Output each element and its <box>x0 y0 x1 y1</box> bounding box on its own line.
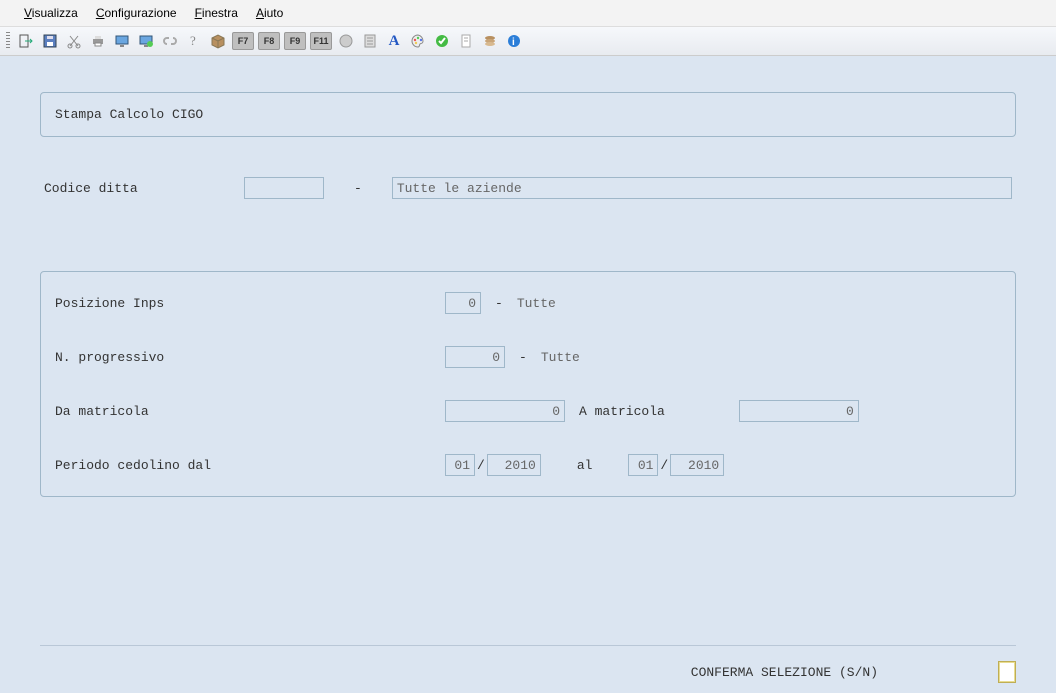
input-periodo-yyyy1[interactable] <box>487 454 541 476</box>
input-da-matricola[interactable] <box>445 400 565 422</box>
dash: - <box>354 181 362 196</box>
f8-key[interactable]: F8 <box>258 32 280 50</box>
menu-visualizza[interactable]: VVisualizzaisualizza <box>24 6 78 20</box>
slash1: / <box>477 458 485 473</box>
stack-icon[interactable] <box>480 31 500 51</box>
label-posizione-inps: Posizione Inps <box>55 296 445 311</box>
exit-icon[interactable] <box>16 31 36 51</box>
cut-icon[interactable] <box>64 31 84 51</box>
doc-icon[interactable] <box>456 31 476 51</box>
label-codice-ditta: Codice ditta <box>44 181 244 196</box>
input-periodo-mm1[interactable] <box>445 454 475 476</box>
f7-key[interactable]: F7 <box>232 32 254 50</box>
confirm-input[interactable] <box>998 661 1016 683</box>
label-periodo: Periodo cedolino dal <box>55 458 445 473</box>
ok-icon[interactable] <box>432 31 452 51</box>
row-n-progressivo: N. progressivo - Tutte <box>55 346 1001 368</box>
label-al: al <box>577 458 593 473</box>
input-n-progressivo[interactable] <box>445 346 505 368</box>
menu-configurazione[interactable]: Configurazione <box>96 6 177 20</box>
row-periodo: Periodo cedolino dal / al / <box>55 454 1001 476</box>
details-panel: Posizione Inps - Tutte N. progressivo - … <box>40 271 1016 497</box>
separator-line <box>40 645 1016 649</box>
desc-posizione-inps: Tutte <box>517 296 556 311</box>
row-codice-ditta: Codice ditta - <box>40 177 1016 199</box>
input-posizione-inps[interactable] <box>445 292 481 314</box>
toolbar-grip <box>6 32 10 50</box>
input-a-matricola[interactable] <box>739 400 859 422</box>
f9-key[interactable]: F9 <box>284 32 306 50</box>
help-icon[interactable]: ? <box>184 31 204 51</box>
row-matricola: Da matricola A matricola <box>55 400 1001 422</box>
content-area: Stampa Calcolo CIGO Codice ditta - Posiz… <box>0 56 1056 693</box>
palette-icon[interactable] <box>408 31 428 51</box>
notes-icon[interactable] <box>360 31 380 51</box>
circle-icon[interactable] <box>336 31 356 51</box>
menubar: VVisualizzaisualizza Configurazione Fine… <box>0 0 1056 26</box>
print-icon[interactable] <box>88 31 108 51</box>
monitor1-icon[interactable] <box>112 31 132 51</box>
footer: CONFERMA SELEZIONE (S/N) <box>40 661 1016 683</box>
label-n-progressivo: N. progressivo <box>55 350 445 365</box>
svg-text:?: ? <box>190 33 196 48</box>
f11-key[interactable]: F11 <box>310 32 332 50</box>
input-codice-ditta[interactable] <box>244 177 324 199</box>
menu-aiuto[interactable]: Aiuto <box>256 6 283 20</box>
monitor2-icon[interactable] <box>136 31 156 51</box>
panel-title: Stampa Calcolo CIGO <box>55 107 203 122</box>
font-icon[interactable]: A <box>384 31 404 51</box>
link-icon[interactable] <box>160 31 180 51</box>
row-posizione-inps: Posizione Inps - Tutte <box>55 292 1001 314</box>
confirm-prompt: CONFERMA SELEZIONE (S/N) <box>691 665 878 680</box>
save-icon[interactable] <box>40 31 60 51</box>
input-codice-ditta-desc[interactable] <box>392 177 1012 199</box>
title-panel: Stampa Calcolo CIGO <box>40 92 1016 137</box>
input-periodo-mm2[interactable] <box>628 454 658 476</box>
dash2: - <box>495 296 503 311</box>
svg-text:i: i <box>512 37 515 48</box>
desc-n-progressivo: Tutte <box>541 350 580 365</box>
menu-finestra[interactable]: Finestra <box>195 6 238 20</box>
box-icon[interactable] <box>208 31 228 51</box>
label-a-matricola: A matricola <box>579 404 665 419</box>
label-da-matricola: Da matricola <box>55 404 445 419</box>
slash2: / <box>660 458 668 473</box>
info-icon[interactable]: i <box>504 31 524 51</box>
dash3: - <box>519 350 527 365</box>
input-periodo-yyyy2[interactable] <box>670 454 724 476</box>
toolbar: ? F7 F8 F9 F11 A i <box>0 26 1056 56</box>
